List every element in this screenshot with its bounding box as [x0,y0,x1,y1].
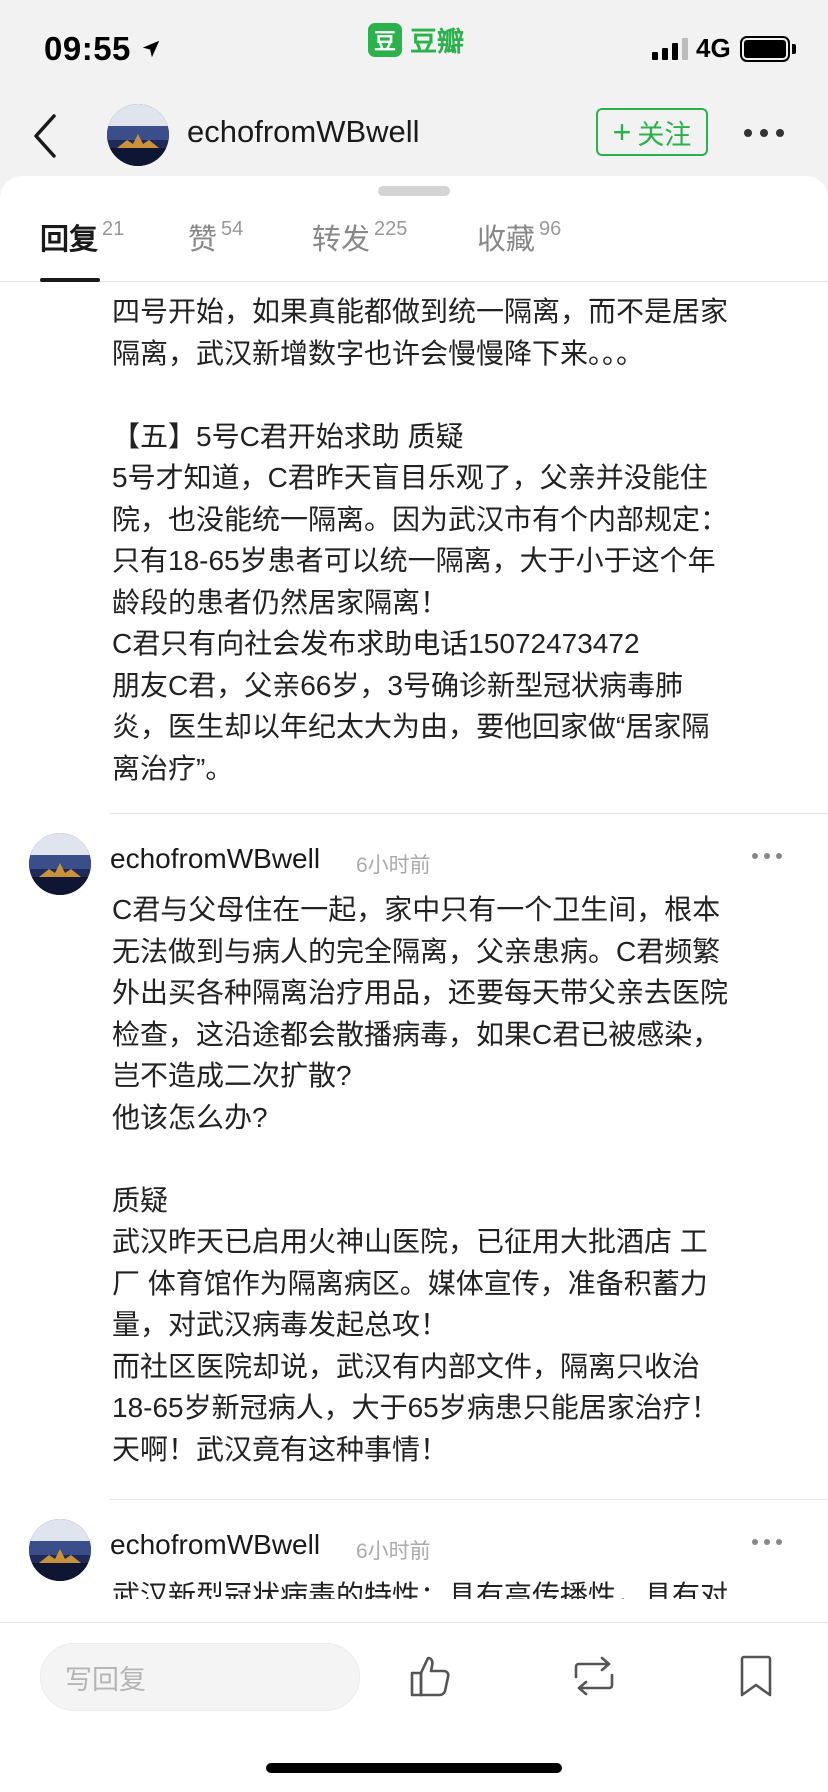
tab-count: 96 [539,218,562,240]
tab-reposts[interactable]: 转发 225 [312,216,407,282]
bottom-action-bar: 写回复 [0,1622,828,1792]
status-time: 09:55 [44,30,131,67]
avatar[interactable] [29,1519,91,1581]
comment-header: echofromWBwell 6小时前 [0,833,828,895]
text-line: 外出买各种隔离治疗用品，还要每天带父亲去医院 [112,977,729,1008]
tab-replies[interactable]: 回复 21 [40,216,124,282]
text-line: 检查，这沿途都会散播病毒，如果C君已被感染， [112,1018,721,1050]
follow-button[interactable]: + 关注 [596,108,708,156]
post-text: 四号开始，如果真能都做到统一隔离，而不是居家 隔离，武汉新增数字也许会慢慢降下来… [112,291,798,789]
comment-username[interactable]: echofromWBwell [110,1529,320,1561]
text-line: 岂不造成二次扩散? [112,1060,352,1091]
sheet-grabber[interactable] [378,186,450,196]
douban-logo-icon: 豆 [368,22,402,57]
text-line: 18-65岁新冠病人，大于65岁病患只能居家治疗！ [112,1392,719,1423]
text-line: 炎，医生却以年纪太大为由，要他回家做“居家隔 [112,711,710,742]
follow-label: 关注 [637,119,692,150]
text-line: 厂 体育馆作为隔离病区。媒体宣传，准备积蓄力 [112,1267,708,1299]
tab-bar: 回复 21 赞 54 转发 225 收藏 96 [0,216,828,282]
location-arrow-icon [142,40,160,58]
app-name: 豆瓣 [410,27,464,57]
tab-count: 21 [102,218,125,240]
comment-time: 6小时前 [356,854,431,877]
tab-likes[interactable]: 赞 54 [188,216,243,282]
text-line: 院，也没能统一隔离。因为武汉市有个内部规定： [112,503,729,535]
avatar[interactable] [107,104,169,166]
comment-text: C君与父母住在一起，家中只有一个卫生间，根本 无法做到与病人的完全隔离，父亲患病… [112,889,798,1470]
comment-more-button[interactable] [752,1539,782,1545]
reply-placeholder: 写回复 [65,1664,146,1695]
network-type: 4G [696,33,731,63]
text-line: 隔离，武汉新增数字也许会慢慢降下来。。。 [112,337,645,369]
divider [110,1499,828,1500]
tab-label: 回复 [40,224,99,256]
text-line: 离治疗”。 [112,752,234,784]
active-tab-indicator [40,278,100,282]
tab-label: 赞 [188,224,218,256]
comment-header: echofromWBwell 6小时前 [0,1519,828,1581]
text-line [112,1138,798,1180]
reply-list[interactable]: 四号开始，如果真能都做到统一隔离，而不是居家 隔离，武汉新增数字也许会慢慢降下来… [0,283,828,1599]
text-line: 天啊！武汉竟有这种事情！ [112,1433,449,1465]
text-line: 无法做到与病人的完全隔离，父亲患病。C君频繁 [112,935,721,967]
avatar[interactable] [29,833,91,895]
battery-tip [792,44,796,54]
tab-label: 收藏 [477,224,536,256]
tab-label: 转发 [312,224,371,256]
text-line: 量，对武汉病毒发起总攻！ [112,1309,449,1340]
comment-more-button[interactable] [752,853,782,859]
text-line: 武汉新型冠状病毒的特性：具有高传播性，具有对 [112,1580,729,1599]
text-line: 质疑 [112,1184,169,1216]
tab-collections[interactable]: 收藏 96 [477,216,561,282]
repost-icon[interactable] [570,1653,618,1699]
back-button[interactable] [26,108,66,164]
nav-header: echofromWBwell + 关注 [0,96,828,176]
status-bar: 09:55 豆 豆瓣 4G [0,0,828,96]
battery-icon [740,36,790,62]
text-line: 朋友C君，父亲66岁，3号确诊新型冠状病毒肺 [112,669,683,701]
comment-text: 武汉新型冠状病毒的特性：具有高传播性，具有对 [112,1575,798,1599]
text-line: 他该怎么办? [112,1101,268,1133]
header-username[interactable]: echofromWBwell [187,114,420,150]
plus-icon: + [612,114,632,150]
home-indicator [266,1763,562,1773]
comment-time: 6小时前 [356,1540,431,1563]
bookmark-icon[interactable] [736,1653,776,1699]
tab-count: 225 [374,218,408,240]
text-line: C君与父母住在一起，家中只有一个卫生间，根本 [112,894,721,925]
text-line [112,374,798,416]
detail-sheet: 回复 21 赞 54 转发 225 收藏 96 四号开始，如果真能都做到统一隔离… [0,176,828,1792]
tab-count: 54 [221,218,244,240]
text-line: 而社区医院却说，武汉有内部文件，隔离只收治 [112,1350,701,1382]
comment-username[interactable]: echofromWBwell [110,843,320,875]
more-options-button[interactable] [744,118,794,148]
thumbs-up-icon[interactable] [408,1653,452,1699]
divider [110,813,828,814]
text-line: 【五】5号C君开始求助 质疑 [112,420,464,452]
text-line: 龄段的患者仍然居家隔离！ [112,586,449,618]
signal-icon [652,38,688,60]
app-indicator: 豆 豆瓣 [368,20,464,59]
text-line: 只有18-65岁患者可以统一隔离，大于小于这个年 [112,545,716,576]
text-line: C君只有向社会发布求助电话15072473472 [112,628,640,659]
text-line: 武汉昨天已启用火神山医院，已征用大批酒店 工 [112,1226,708,1257]
reply-input[interactable]: 写回复 [40,1643,360,1711]
text-line: 四号开始，如果真能都做到统一隔离，而不是居家 [112,296,729,327]
text-line: 5号才知道，C君昨天盲目乐观了，父亲并没能住 [112,462,708,493]
